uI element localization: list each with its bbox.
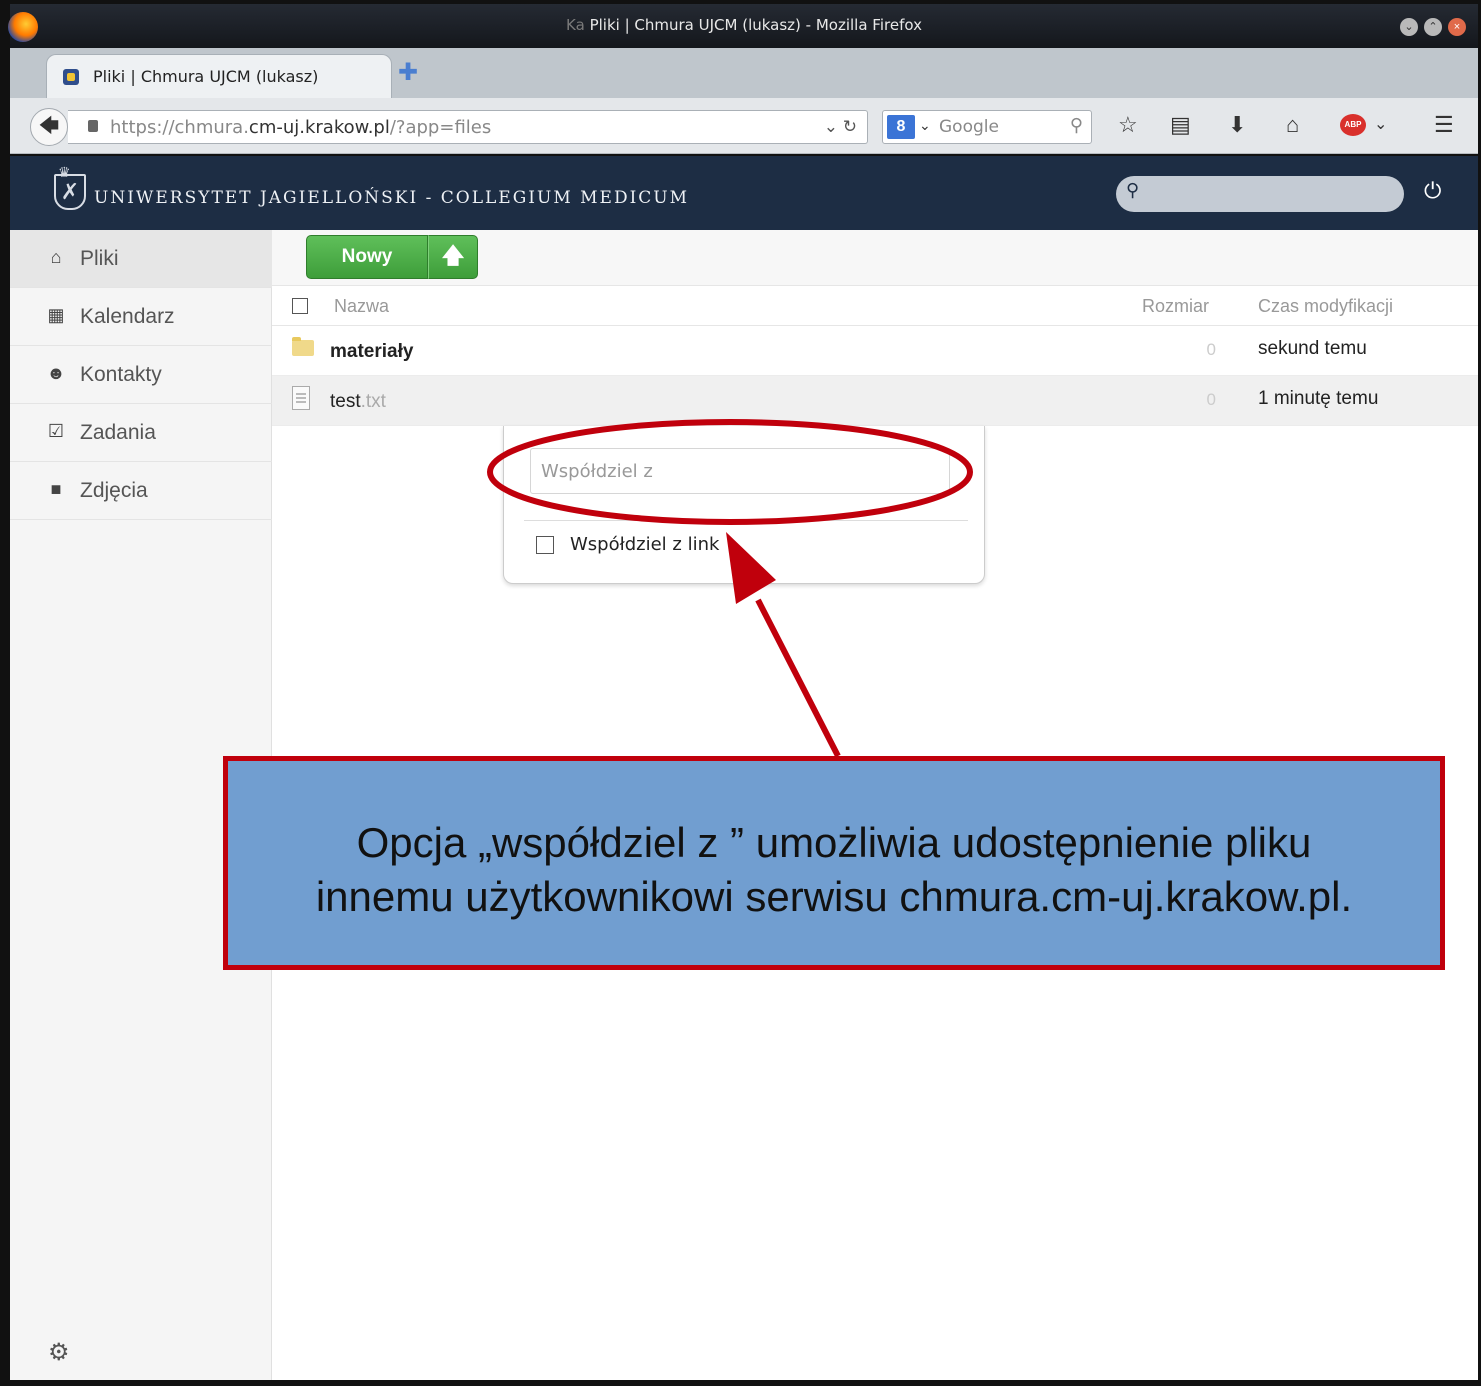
window-title: Ka Pliki | Chmura UJCM (lukasz) - Mozill… [10,16,1478,34]
files-toolbar: Nowy 🡅 [272,230,1478,286]
url-domain: cm-uj.krakow.pl [248,117,390,138]
maximize-icon[interactable]: ⌃ [1424,18,1442,36]
table-header: Nazwa Rozmiar Czas modyfikacji [272,286,1478,326]
upload-arrow-icon[interactable]: 🡅 [428,235,478,279]
lock-icon [88,120,98,132]
sidebar-item-kalendarz[interactable]: ▦ Kalendarz [10,288,272,346]
reload-icon[interactable]: ⌄ ↻ [824,117,857,137]
close-window-icon[interactable]: × [1448,18,1466,36]
sidebar-item-label: Zadania [80,421,156,444]
minimize-icon[interactable]: ⌄ [1400,18,1418,36]
divider [524,520,968,521]
settings-gear-icon[interactable]: ⚙ [48,1338,70,1367]
share-link-label[interactable]: Współdziel z link [570,534,719,555]
window-title-prefix: Ka [566,16,585,34]
share-with-input[interactable] [530,448,950,494]
new-button[interactable]: Nowy [306,235,428,279]
browser-tab[interactable]: Pliki | Chmura UJCM (lukasz) [46,54,392,98]
file-size: 0 [1206,390,1216,409]
window-title-text: Pliki | Chmura UJCM (lukasz) - Mozilla F… [589,16,922,34]
calendar-icon: ▦ [47,305,65,325]
window-titlebar: Ka Pliki | Chmura UJCM (lukasz) - Mozill… [8,4,1478,48]
home-icon: ⌂ [50,247,62,267]
share-link-checkbox[interactable] [536,536,554,554]
table-row[interactable]: materiały 0 sekund temu [272,326,1478,376]
text-file-icon [292,386,310,410]
column-header-size[interactable]: Rozmiar [1142,296,1209,317]
file-name[interactable]: materiały [330,341,413,363]
search-engine-label: Google [939,117,999,137]
annotation-text-line1: Opcja „współdziel z ” umożliwia udostępn… [356,819,1312,866]
file-modified: 1 minutę temu [1258,388,1379,409]
download-icon[interactable]: ⬇ [1228,112,1246,138]
engine-dropdown-icon[interactable]: ⌄ [919,117,931,134]
url-scheme: https://chmura. [110,117,249,138]
file-modified: sekund temu [1258,338,1367,359]
google-icon[interactable]: 8 [887,115,915,139]
contacts-icon: ☻ [46,363,66,383]
sidebar-item-pliki[interactable]: ⌂ Pliki [10,230,272,288]
sidebar-item-zdjecia[interactable]: ■ Zdjęcia [10,462,272,520]
adblock-dropdown-icon[interactable]: ⌄ [1374,112,1387,138]
file-basename: test [330,391,361,412]
tab-bar: Pliki | Chmura UJCM (lukasz) ✚ [10,48,1478,98]
url-path: /?app=files [389,117,492,138]
sidebar-item-label: Kontakty [80,363,162,386]
navigation-bar: 🡄 https://chmura.cm-uj.krakow.pl/?app=fi… [10,98,1478,154]
photos-icon: ■ [50,479,62,499]
app-search-icon: ⚲ [1126,180,1140,200]
sidebar-item-kontakty[interactable]: ☻ Kontakty [10,346,272,404]
url-text[interactable]: https://chmura.cm-uj.krakow.pl/?app=file… [110,117,491,138]
tasks-icon: ☑ [47,421,65,441]
search-engine-box[interactable]: 8 ⌄ Google ⚲ [882,110,1092,144]
new-tab-icon[interactable]: ✚ [398,61,418,85]
sidebar-item-label: Kalendarz [80,305,175,328]
file-extension: .txt [360,391,386,412]
adblock-icon[interactable]: ABP [1340,114,1366,136]
annotation-callout: Opcja „współdziel z ” umożliwia udostępn… [223,756,1445,970]
folder-icon [292,337,314,356]
column-header-modified[interactable]: Czas modyfikacji [1258,296,1393,317]
column-header-name[interactable]: Nazwa [334,296,389,317]
tab-label: Pliki | Chmura UJCM (lukasz) [93,67,319,86]
search-icon[interactable]: ⚲ [1070,115,1083,136]
app-header: ♛ ✗ UNIWERSYTET JAGIELLOŃSKI - COLLEGIUM… [10,156,1478,230]
university-crest-icon[interactable]: ✗ [54,174,86,210]
back-arrow-icon[interactable]: 🡄 [30,108,68,146]
sidebar-item-label: Pliki [80,247,119,270]
annotation-text-line2: innemu użytkownikowi serwisu chmura.cm-u… [315,873,1353,920]
home-icon[interactable]: ⌂ [1286,112,1299,138]
file-size: 0 [1206,340,1216,359]
share-dropdown: Współdziel z link [503,426,985,584]
address-bar[interactable]: https://chmura.cm-uj.krakow.pl/?app=file… [68,110,868,144]
sidebar-item-zadania[interactable]: ☑ Zadania [10,404,272,462]
screen: Ka Pliki | Chmura UJCM (lukasz) - Mozill… [0,0,1481,1386]
app-search-input[interactable] [1116,176,1404,212]
file-name[interactable]: test.txt [330,391,386,413]
sidebar-item-label: Zdjęcia [80,479,148,502]
bookmark-star-icon[interactable]: ☆ [1118,112,1138,138]
table-row[interactable]: test.txt 0 1 minutę temu [272,376,1478,426]
select-all-checkbox[interactable] [292,298,308,314]
menu-hamburger-icon[interactable]: ☰ [1434,112,1454,138]
university-name: UNIWERSYTET JAGIELLOŃSKI - COLLEGIUM MED… [94,188,690,208]
site-favicon-icon [63,69,79,85]
logout-power-icon[interactable]: ⏻ [1424,178,1441,204]
bookmarks-list-icon[interactable]: ▤ [1170,112,1191,138]
